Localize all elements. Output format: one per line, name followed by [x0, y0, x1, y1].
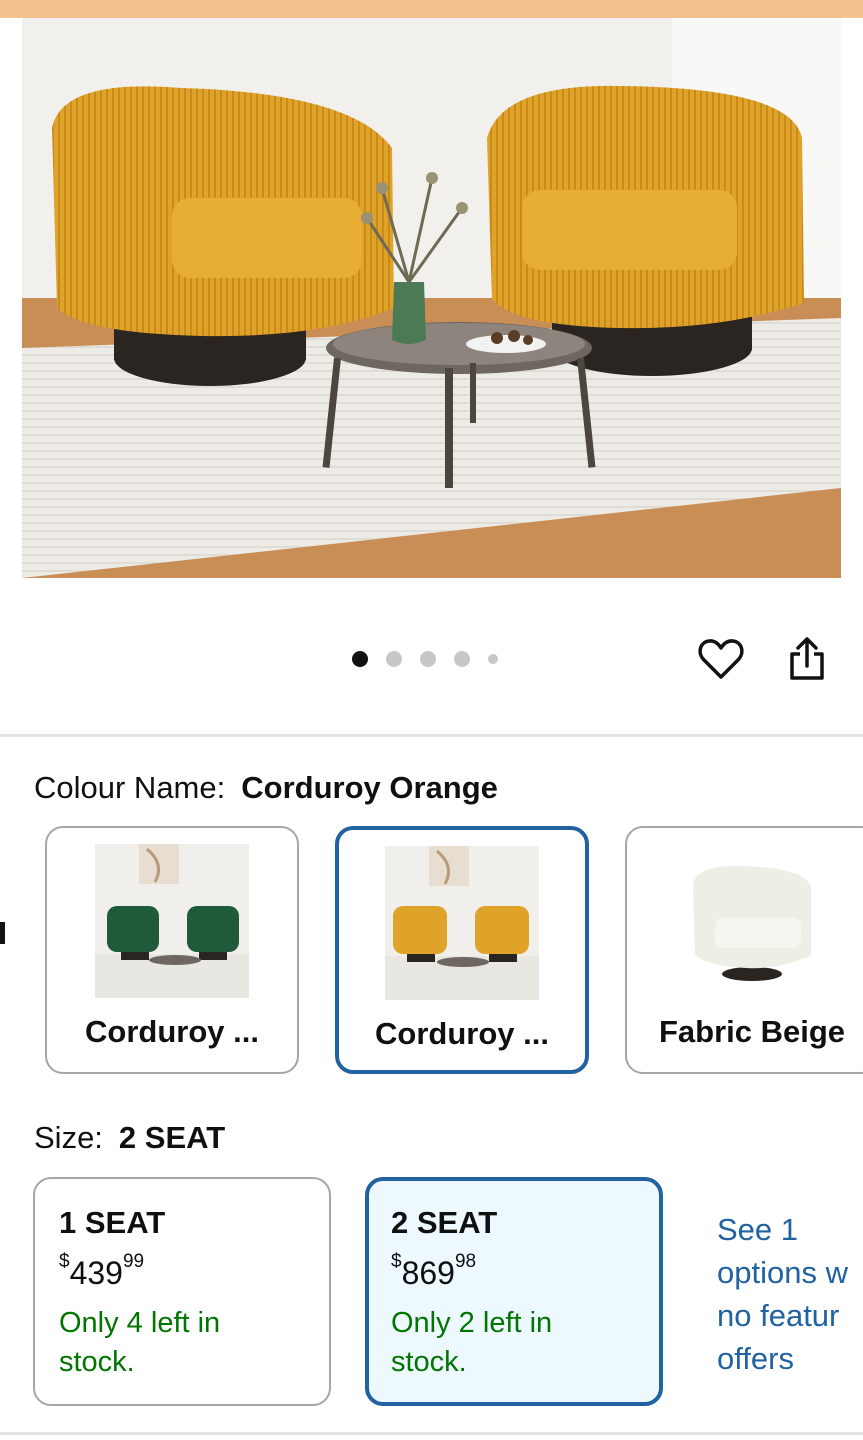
size-option-title: 1 SEAT [59, 1205, 166, 1240]
section-divider [0, 734, 863, 737]
size-option-price: $43999 [59, 1251, 145, 1291]
size-option-price: $86998 [391, 1251, 477, 1291]
carousel-dot[interactable] [488, 654, 498, 664]
swatch-thumbnail [385, 846, 539, 1000]
carousel-dot[interactable] [454, 651, 470, 667]
swatch-thumbnail [95, 844, 249, 998]
colour-swatch-fabric-beige[interactable]: Fabric Beige [625, 826, 863, 1074]
size-option-title: 2 SEAT [391, 1205, 498, 1240]
heart-icon[interactable] [696, 634, 746, 684]
see-more-line: See 1 [717, 1212, 799, 1247]
swatch-label: Corduroy ... [85, 1014, 259, 1049]
size-option-2-seat[interactable]: 2 SEAT $86998 Only 2 left in stock. [365, 1177, 663, 1406]
share-icon[interactable] [782, 634, 832, 684]
see-more-line: options w [717, 1255, 848, 1290]
size-selected-value: 2 SEAT [118, 1120, 226, 1155]
size-row: Size: 2 SEAT [34, 1120, 225, 1156]
product-image[interactable] [22, 18, 841, 578]
colour-selected-value: Corduroy Orange [241, 770, 498, 805]
size-label: Size: [34, 1120, 103, 1155]
image-carousel-dots[interactable] [352, 648, 516, 670]
see-more-options-link[interactable]: See 1 options w no featur offers [717, 1208, 848, 1380]
colour-swatch-corduroy-green[interactable]: Corduroy ... [45, 826, 299, 1074]
top-accent-strip [0, 0, 863, 18]
carousel-dot[interactable] [420, 651, 436, 667]
section-divider [0, 1432, 863, 1435]
carousel-dot[interactable] [386, 651, 402, 667]
size-option-stock: Only 4 left in stock. [59, 1307, 221, 1378]
colour-label: Colour Name: [34, 770, 226, 805]
colour-swatch-corduroy-orange[interactable]: Corduroy ... [335, 826, 589, 1074]
see-more-line: no featur [717, 1298, 840, 1333]
colour-name-row: Colour Name: Corduroy Orange [34, 770, 498, 806]
size-option-stock: Only 2 left in stock. [391, 1307, 553, 1378]
size-option-1-seat[interactable]: 1 SEAT $43999 Only 4 left in stock. [33, 1177, 331, 1406]
previous-swatch-edge[interactable] [0, 922, 5, 944]
carousel-dot[interactable] [352, 651, 368, 667]
see-more-line: offers [717, 1341, 794, 1376]
product-photo [22, 18, 841, 578]
swatch-label: Corduroy ... [375, 1016, 549, 1051]
swatch-thumbnail [675, 844, 829, 998]
swatch-label: Fabric Beige [658, 1014, 846, 1049]
